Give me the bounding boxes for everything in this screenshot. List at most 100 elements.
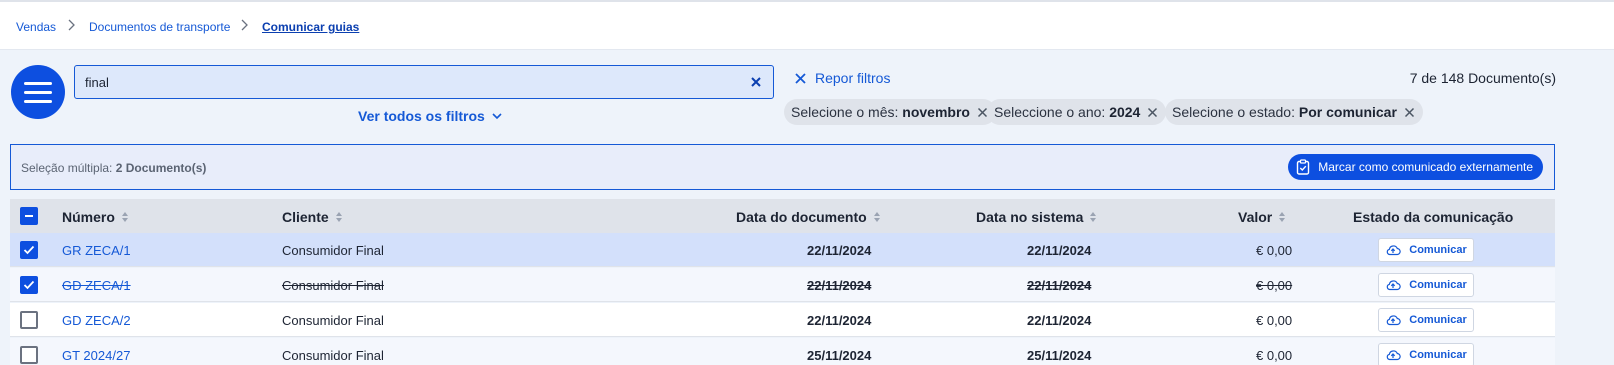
sort-icon — [121, 212, 128, 222]
system-date: 25/11/2024 — [1027, 348, 1092, 363]
check-icon — [23, 280, 35, 290]
breadcrumb-item-current[interactable]: Comunicar guias — [262, 20, 359, 34]
comunicar-label: Comunicar — [1409, 314, 1467, 326]
client-name: Consumidor Final — [282, 348, 384, 363]
column-header-data-documento[interactable]: Data do documento — [736, 209, 881, 225]
chip-value: 2024 — [1109, 104, 1141, 120]
mark-communicated-label: Marcar como comunicado externamente — [1318, 160, 1533, 174]
comunicar-button[interactable]: Comunicar — [1378, 343, 1474, 365]
cloud-upload-icon — [1386, 350, 1401, 361]
multi-selection-bar: Seleção múltipla: 2 Documento(s) Marcar … — [10, 144, 1555, 190]
column-label: Valor — [1238, 209, 1273, 225]
hamburger-icon — [24, 82, 52, 85]
breadcrumb-item-documentos[interactable]: Documentos de transporte — [89, 20, 230, 34]
comunicar-button[interactable]: Comunicar — [1378, 308, 1474, 332]
filter-chip-year: Seleccione o ano: 2024 — [987, 99, 1167, 125]
table-row[interactable]: GT 2024/27 Consumidor Final 25/11/2024 25/1… — [10, 338, 1555, 365]
column-label: Estado da comunicação — [1353, 209, 1514, 225]
comunicar-label: Comunicar — [1409, 279, 1467, 291]
column-header-data-sistema[interactable]: Data no sistema — [976, 209, 1097, 225]
reset-filters-label: Repor filtros — [815, 70, 891, 86]
chip-label: Seleccione o ano: — [994, 104, 1106, 120]
ver-filtros-label: Ver todos os filtros — [358, 108, 485, 124]
system-date: 22/11/2024 — [1027, 313, 1092, 328]
chip-label: Selecione o mês: — [791, 104, 899, 120]
chevron-right-icon — [241, 19, 248, 31]
row-checkbox[interactable] — [20, 346, 38, 364]
clipboard-check-icon — [1297, 159, 1310, 175]
client-name: Consumidor Final — [282, 278, 384, 293]
comunicar-label: Comunicar — [1409, 244, 1467, 256]
sort-icon — [1090, 212, 1097, 222]
document-date: 25/11/2024 — [807, 348, 872, 363]
chip-label: Selecione o estado: — [1172, 104, 1295, 120]
minus-icon — [25, 215, 33, 217]
chevron-down-icon — [492, 113, 502, 120]
mark-communicated-button[interactable]: Marcar como comunicado externamente — [1288, 154, 1543, 180]
chevron-right-icon — [68, 19, 75, 31]
comunicar-button[interactable]: Comunicar — [1378, 273, 1474, 297]
document-number-link[interactable]: GD ZECA/2 — [62, 313, 131, 328]
hamburger-icon-bar — [24, 91, 52, 94]
document-count: 7 de 148 Documento(s) — [1409, 70, 1556, 86]
document-number-link[interactable]: GD ZECA/1 — [62, 278, 131, 293]
document-number-link[interactable]: GT 2024/27 — [62, 348, 130, 363]
sort-icon — [1279, 212, 1286, 222]
column-header-cliente[interactable]: Cliente — [282, 209, 343, 225]
close-icon[interactable] — [749, 75, 763, 89]
column-label: Data do documento — [736, 209, 867, 225]
menu-button[interactable] — [11, 65, 65, 119]
column-label: Número — [62, 209, 115, 225]
selection-count: 2 Documento(s) — [115, 161, 207, 175]
table-row[interactable]: GD ZECA/1 Consumidor Final 22/11/2024 22/11… — [10, 268, 1555, 302]
select-all-checkbox[interactable] — [20, 207, 38, 225]
search-input[interactable] — [85, 73, 725, 91]
hamburger-icon-bar — [24, 100, 52, 103]
table-row[interactable]: GR ZECA/1 Consumidor Final 22/11/2024 22/11… — [10, 233, 1555, 267]
document-value: € 0,00 — [1256, 243, 1293, 258]
client-name: Consumidor Final — [282, 243, 384, 258]
reset-filters-button[interactable]: Repor filtros — [794, 70, 890, 86]
column-label: Cliente — [282, 209, 329, 225]
row-checkbox[interactable] — [20, 276, 38, 294]
selection-summary: Seleção múltipla: 2 Documento(s) — [21, 161, 206, 175]
close-icon — [795, 72, 806, 84]
sort-icon — [873, 212, 880, 222]
table-header: Número Cliente Data do documento Data no… — [10, 199, 1555, 233]
document-value: € 0,00 — [1256, 278, 1293, 293]
selection-label: Seleção múltipla: — [21, 161, 113, 175]
breadcrumb-item-vendas[interactable]: Vendas — [16, 20, 56, 34]
chip-value: novembro — [902, 104, 970, 120]
document-value: € 0,00 — [1256, 313, 1293, 328]
column-header-valor[interactable]: Valor — [1238, 209, 1286, 225]
ver-filtros-toggle[interactable]: Ver todos os filtros — [358, 108, 503, 124]
comunicar-label: Comunicar — [1409, 349, 1467, 361]
filter-chip-month: Selecione o mês: novembro — [784, 99, 996, 125]
column-label: Data no sistema — [976, 209, 1084, 225]
system-date: 22/11/2024 — [1027, 243, 1092, 258]
filter-chip-state: Selecione o estado: Por comunicar — [1165, 99, 1423, 125]
document-value: € 0,00 — [1256, 348, 1293, 363]
cloud-upload-icon — [1386, 315, 1401, 326]
client-name: Consumidor Final — [282, 313, 384, 328]
table-row[interactable]: GD ZECA/2 Consumidor Final 22/11/2024 22/11… — [10, 303, 1555, 337]
cloud-upload-icon — [1386, 280, 1401, 291]
close-icon[interactable] — [1404, 107, 1415, 118]
system-date: 22/11/2024 — [1027, 278, 1092, 293]
column-header-estado: Estado da comunicação — [1353, 209, 1513, 225]
document-number-link[interactable]: GR ZECA/1 — [62, 243, 131, 258]
close-icon[interactable] — [1147, 107, 1158, 118]
search-box — [74, 65, 774, 99]
comunicar-button[interactable]: Comunicar — [1378, 238, 1474, 262]
row-checkbox[interactable] — [20, 241, 38, 259]
row-checkbox[interactable] — [20, 311, 38, 329]
chip-value: Por comunicar — [1298, 104, 1397, 120]
document-date: 22/11/2024 — [807, 313, 872, 328]
cloud-upload-icon — [1386, 245, 1401, 256]
column-header-numero[interactable]: Número — [62, 209, 129, 225]
check-icon — [23, 245, 35, 255]
document-date: 22/11/2024 — [807, 243, 872, 258]
breadcrumb: Vendas Documentos de transporte Comunica… — [0, 0, 1614, 50]
sort-icon — [335, 212, 342, 222]
document-date: 22/11/2024 — [807, 278, 872, 293]
